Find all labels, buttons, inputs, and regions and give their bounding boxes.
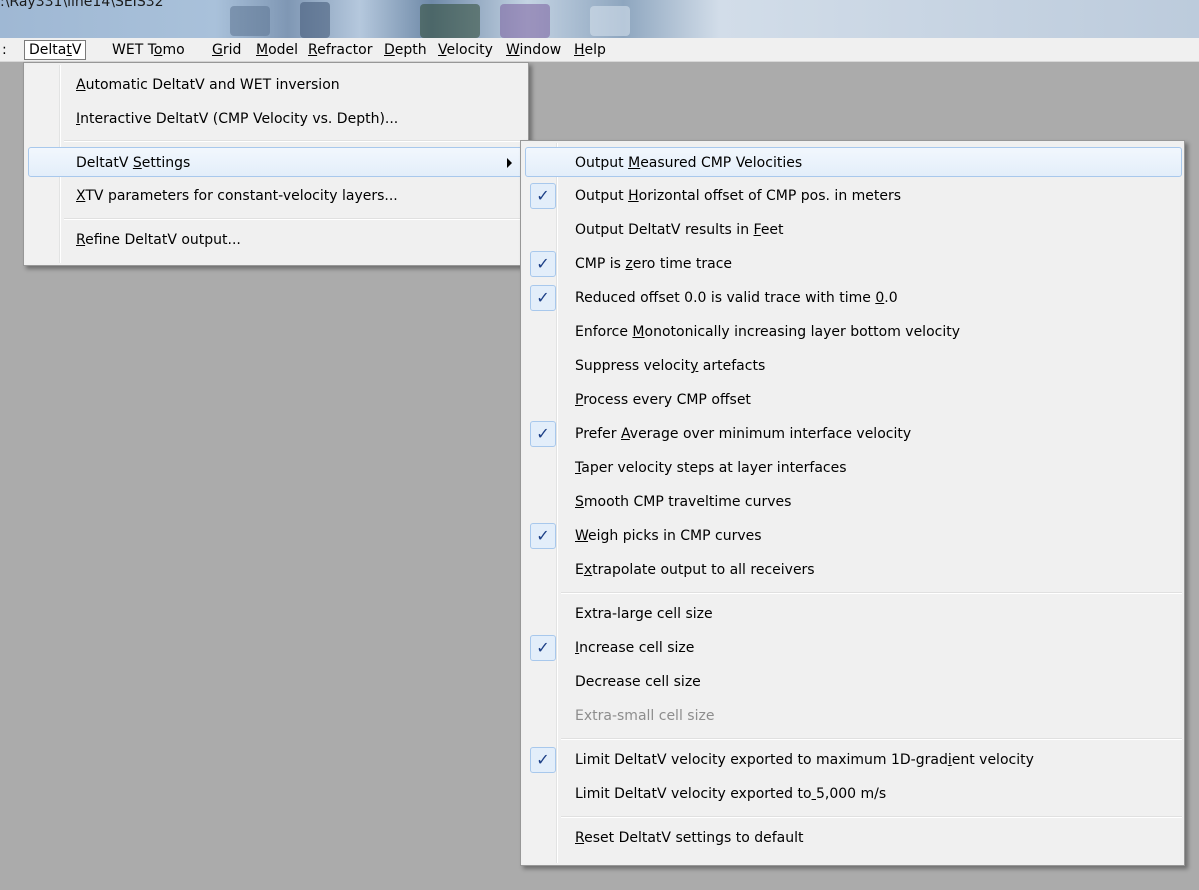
menu-item-label: Reset DeltatV settings to default (575, 830, 804, 846)
menu-item-label: Refine DeltatV output... (76, 232, 241, 248)
title-bar-decoration (500, 4, 550, 38)
menu-item-cmp-is-zero-time-trace[interactable]: ✓ CMP is zero time trace (525, 249, 1182, 279)
menu-item-extrapolate-output-to-all-receivers[interactable]: Extrapolate output to all receivers (525, 555, 1182, 585)
checkmark-icon: ✓ (530, 183, 556, 209)
menu-item-reset-deltatv-settings-to-default[interactable]: Reset DeltatV settings to default (525, 823, 1182, 853)
menu-item-label: Output Measured CMP Velocities (575, 155, 803, 171)
menu-item-decrease-cell-size[interactable]: Decrease cell size (525, 667, 1182, 697)
menu-item-limit-deltatv-velocity-exported-to-maximum-1d-gradient-velocity[interactable]: ✓ Limit DeltatV velocity exported to maxi… (525, 745, 1182, 775)
menu-item-enforce-monotonically-increasing-layer-bottom-velocity[interactable]: Enforce Monotonically increasing layer b… (525, 317, 1182, 347)
menu-item-label: Output DeltatV results in Feet (575, 222, 784, 238)
title-bar-decoration (300, 2, 330, 38)
checkmark-icon: ✓ (530, 285, 556, 311)
menu-item-label: Decrease cell size (575, 674, 701, 690)
menu-item-label: XTV parameters for constant-velocity lay… (76, 188, 398, 204)
menu-separator (561, 592, 1182, 594)
menu-bar-clipped-item[interactable]: : (2, 40, 7, 60)
menu-item-output-horizontal-offset-of-cmp-pos-in-meters[interactable]: ✓ Output Horizontal offset of CMP pos. in… (525, 181, 1182, 211)
menu-item-label: Interactive DeltatV (CMP Velocity vs. De… (76, 111, 399, 127)
menu-item-prefer-average-over-minimum-interface-velocity[interactable]: ✓ Prefer Average over minimum interface v… (525, 419, 1182, 449)
menu-item-extra-small-cell-size: Extra-small cell size (525, 701, 1182, 731)
menu-item-process-every-cmp-offset[interactable]: Process every CMP offset (525, 385, 1182, 415)
menu-help[interactable]: Help (570, 40, 610, 60)
menu-item-reduced-offset-0-0-is-valid-trace-with-time-0-0[interactable]: ✓ Reduced offset 0.0 is valid trace with … (525, 283, 1182, 313)
menu-item-increase-cell-size[interactable]: ✓ Increase cell size (525, 633, 1182, 663)
deltatv-settings-submenu: Output Measured CMP Velocities ✓ Output Ho… (520, 140, 1185, 866)
window-title: :\Ray331\line14\SEIS32 (0, 0, 164, 10)
menu-item-label: Extra-large cell size (575, 606, 713, 622)
menu-item-label: Extra-small cell size (575, 708, 715, 724)
title-bar: :\Ray331\line14\SEIS32 (0, 0, 1199, 38)
submenu-arrow-icon (507, 158, 512, 168)
deltatv-dropdown-menu: Automatic DeltatV and WET inversion Inte… (23, 62, 529, 266)
menu-bar: : DeltatV WET Tomo Grid Model Refractor … (0, 38, 1199, 62)
menu-separator (64, 218, 526, 220)
menu-item-taper-velocity-steps-at-layer-interfaces[interactable]: Taper velocity steps at layer interfaces (525, 453, 1182, 483)
menu-item-label: Enforce Monotonically increasing layer b… (575, 324, 960, 340)
menu-item-label: Limit DeltatV velocity exported to 5,000… (575, 786, 887, 802)
menu-deltatv[interactable]: DeltatV (24, 40, 87, 60)
menu-item-deltatv-settings[interactable]: DeltatV Settings (28, 147, 526, 177)
checkmark-icon: ✓ (530, 635, 556, 661)
menu-velocity[interactable]: Velocity (434, 40, 497, 60)
menu-item-suppress-velocity-artefacts[interactable]: Suppress velocity artefacts (525, 351, 1182, 381)
menu-item-label: Output Horizontal offset of CMP pos. in … (575, 188, 902, 204)
menu-item-refine-output[interactable]: Refine DeltatV output... (28, 225, 526, 255)
menu-separator (561, 816, 1182, 818)
menu-item-interactive-deltatv[interactable]: Interactive DeltatV (CMP Velocity vs. De… (28, 104, 526, 134)
menu-refractor[interactable]: Refractor (304, 40, 377, 60)
title-bar-decoration (590, 6, 630, 36)
menu-item-label: Reduced offset 0.0 is valid trace with t… (575, 290, 898, 306)
menu-item-label: Taper velocity steps at layer interfaces (575, 460, 847, 476)
checkmark-icon: ✓ (530, 421, 556, 447)
menu-item-output-measured-cmp-velocities[interactable]: Output Measured CMP Velocities (525, 147, 1182, 177)
menu-item-label: CMP is zero time trace (575, 256, 733, 272)
menu-window[interactable]: Window (502, 40, 565, 60)
menu-separator (64, 140, 526, 142)
menu-item-weigh-picks-in-cmp-curves[interactable]: ✓ Weigh picks in CMP curves (525, 521, 1182, 551)
title-bar-decoration (230, 6, 270, 36)
menu-separator (561, 738, 1182, 740)
menu-item-label: Smooth CMP traveltime curves (575, 494, 792, 510)
menu-wet-tomo[interactable]: WET Tomo (108, 40, 189, 60)
menu-item-label: Prefer Average over minimum interface ve… (575, 426, 912, 442)
menu-item-smooth-cmp-traveltime-curves[interactable]: Smooth CMP traveltime curves (525, 487, 1182, 517)
menu-model[interactable]: Model (252, 40, 302, 60)
menu-item-limit-deltatv-velocity-exported-to-5-000-m-s[interactable]: Limit DeltatV velocity exported to 5,000… (525, 779, 1182, 809)
menu-item-output-deltatv-results-in-feet[interactable]: Output DeltatV results in Feet (525, 215, 1182, 245)
menu-item-extra-large-cell-size[interactable]: Extra-large cell size (525, 599, 1182, 629)
menu-item-label: DeltatV Settings (76, 155, 191, 171)
menu-item-label: Automatic DeltatV and WET inversion (76, 77, 340, 93)
menu-item-label: Process every CMP offset (575, 392, 751, 408)
checkmark-icon: ✓ (530, 251, 556, 277)
checkmark-icon: ✓ (530, 523, 556, 549)
checkmark-icon: ✓ (530, 747, 556, 773)
menu-item-automatic-inversion[interactable]: Automatic DeltatV and WET inversion (28, 70, 526, 100)
menu-item-label: Weigh picks in CMP curves (575, 528, 762, 544)
menu-item-label: Increase cell size (575, 640, 695, 656)
menu-item-label: Extrapolate output to all receivers (575, 562, 815, 578)
menu-item-label: Limit DeltatV velocity exported to maxim… (575, 752, 1034, 768)
menu-grid[interactable]: Grid (208, 40, 245, 60)
menu-item-xtv-parameters[interactable]: XTV parameters for constant-velocity lay… (28, 181, 526, 211)
title-bar-decoration (420, 4, 480, 38)
menu-depth[interactable]: Depth (380, 40, 431, 60)
menu-item-label: Suppress velocity artefacts (575, 358, 766, 374)
